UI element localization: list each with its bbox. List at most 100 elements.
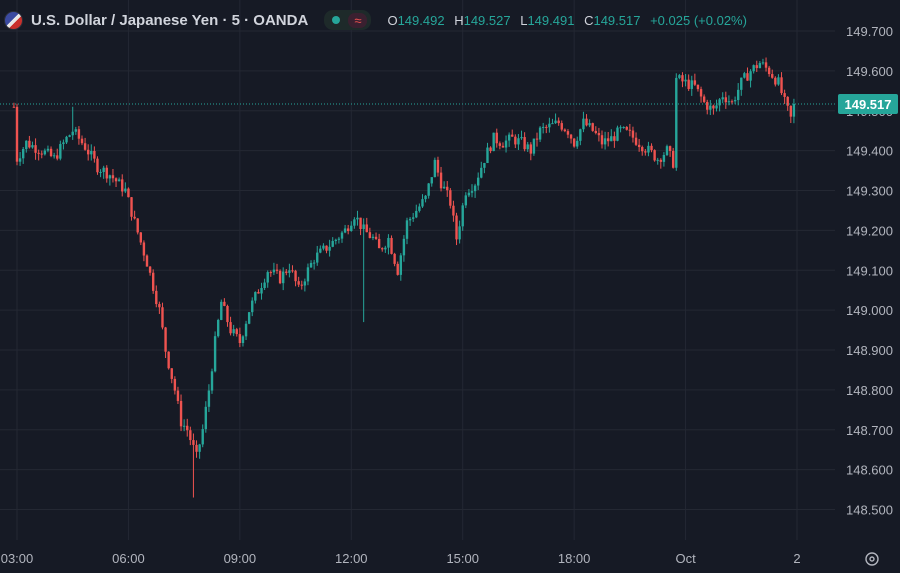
candle-body[interactable] xyxy=(102,167,105,172)
candle-body[interactable] xyxy=(774,77,777,85)
market-status-pill[interactable]: ≈ xyxy=(324,10,372,30)
candle-body[interactable] xyxy=(424,195,427,200)
candle-body[interactable] xyxy=(631,130,635,138)
candle-body[interactable] xyxy=(767,67,771,75)
candle-body[interactable] xyxy=(560,123,563,130)
candle-body[interactable] xyxy=(554,120,557,124)
candle-body[interactable] xyxy=(151,272,155,291)
candle-body[interactable] xyxy=(696,84,700,90)
candle-body[interactable] xyxy=(176,390,180,401)
candle-body[interactable] xyxy=(390,237,393,254)
candle-body[interactable] xyxy=(514,136,517,145)
candle-body[interactable] xyxy=(628,129,632,131)
candle-body[interactable] xyxy=(532,138,536,154)
candle-body[interactable] xyxy=(62,142,65,145)
candle-body[interactable] xyxy=(566,131,570,135)
candle-body[interactable] xyxy=(155,290,158,305)
candle-body[interactable] xyxy=(771,74,774,78)
candle-body[interactable] xyxy=(387,237,390,248)
candle-body[interactable] xyxy=(371,236,375,238)
candle-body[interactable] xyxy=(108,175,112,179)
candle-body[interactable] xyxy=(461,205,464,227)
candle-body[interactable] xyxy=(300,284,303,286)
candle-body[interactable] xyxy=(37,152,40,154)
candle-body[interactable] xyxy=(529,144,533,154)
candle-body[interactable] xyxy=(25,140,28,150)
candle-body[interactable] xyxy=(749,71,752,81)
candle-body[interactable] xyxy=(251,300,254,313)
candle-body[interactable] xyxy=(161,307,164,328)
candle-body[interactable] xyxy=(303,281,307,286)
candle-body[interactable] xyxy=(551,123,554,125)
candle-body[interactable] xyxy=(21,149,25,159)
candle-body[interactable] xyxy=(365,224,368,233)
candle-body[interactable] xyxy=(12,106,16,108)
candle-body[interactable] xyxy=(71,131,74,136)
candle-body[interactable] xyxy=(266,272,269,283)
candle-body[interactable] xyxy=(492,132,495,152)
candle-body[interactable] xyxy=(195,444,198,452)
candle-body[interactable] xyxy=(381,248,384,250)
candle-body[interactable] xyxy=(49,148,53,157)
candle-body[interactable] xyxy=(504,140,508,148)
candle-body[interactable] xyxy=(247,312,251,324)
candle-body[interactable] xyxy=(535,138,539,140)
candle-body[interactable] xyxy=(238,334,242,344)
candle-body[interactable] xyxy=(201,429,204,445)
candle-body[interactable] xyxy=(415,210,418,218)
candle-body[interactable] xyxy=(520,137,523,139)
candle-body[interactable] xyxy=(569,134,573,139)
candle-body[interactable] xyxy=(359,217,362,230)
candle-body[interactable] xyxy=(449,190,452,206)
candle-body[interactable] xyxy=(189,430,192,441)
candle-body[interactable] xyxy=(99,171,102,173)
candle-body[interactable] xyxy=(93,151,96,159)
candle-body[interactable] xyxy=(80,138,84,144)
candle-body[interactable] xyxy=(662,154,666,162)
candle-body[interactable] xyxy=(489,147,492,152)
candle-body[interactable] xyxy=(452,205,455,216)
candle-body[interactable] xyxy=(557,120,560,124)
candle-body[interactable] xyxy=(511,134,514,137)
candle-body[interactable] xyxy=(393,253,396,264)
candle-body[interactable] xyxy=(105,167,108,179)
candle-body[interactable] xyxy=(316,252,319,263)
candle-body[interactable] xyxy=(331,240,334,247)
candle-body[interactable] xyxy=(594,130,598,134)
candle-body[interactable] xyxy=(458,226,461,240)
candle-body[interactable] xyxy=(260,288,263,294)
candle-body[interactable] xyxy=(232,329,235,334)
candle-body[interactable] xyxy=(681,75,684,82)
candle-body[interactable] xyxy=(179,400,183,427)
candle-body[interactable] xyxy=(579,129,582,141)
candle-body[interactable] xyxy=(706,101,709,110)
candle-body[interactable] xyxy=(507,134,511,141)
candle-body[interactable] xyxy=(656,159,659,161)
candle-body[interactable] xyxy=(576,140,579,147)
candle-body[interactable] xyxy=(288,270,291,273)
candle-body[interactable] xyxy=(74,129,78,132)
candle-body[interactable] xyxy=(668,146,672,151)
candle-body[interactable] xyxy=(421,199,424,207)
candle-body[interactable] xyxy=(158,304,161,308)
candle-body[interactable] xyxy=(257,292,260,294)
candle-body[interactable] xyxy=(52,155,56,157)
candle-body[interactable] xyxy=(752,65,755,72)
candle-body[interactable] xyxy=(644,151,647,153)
candle-body[interactable] xyxy=(198,444,201,452)
candle-body[interactable] xyxy=(124,188,127,192)
candle-body[interactable] xyxy=(297,281,300,285)
candle-body[interactable] xyxy=(427,183,430,196)
candle-body[interactable] xyxy=(117,179,121,182)
candle-body[interactable] xyxy=(684,79,687,82)
candle-body[interactable] xyxy=(650,145,653,151)
candle-body[interactable] xyxy=(127,188,130,198)
candle-body[interactable] xyxy=(727,101,731,103)
candle-body[interactable] xyxy=(743,73,746,78)
candle-body[interactable] xyxy=(442,186,446,189)
candle-body[interactable] xyxy=(136,218,139,233)
candle-body[interactable] xyxy=(473,185,477,192)
candle-body[interactable] xyxy=(173,378,177,391)
candle-body[interactable] xyxy=(130,197,133,217)
candle-body[interactable] xyxy=(746,73,749,81)
